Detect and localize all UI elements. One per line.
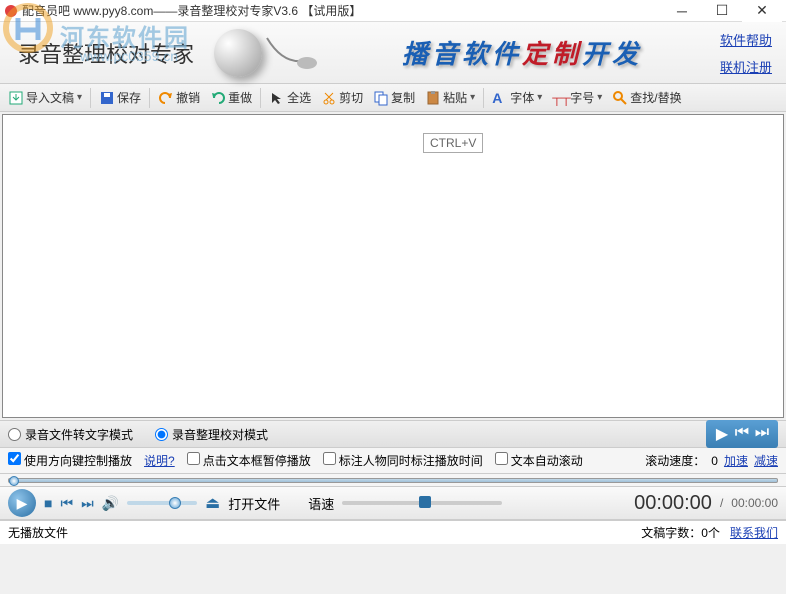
text-editor[interactable]: CTRL+V [2, 114, 784, 418]
paste-icon [425, 90, 441, 106]
volume-icon[interactable]: 🔊 [102, 495, 119, 512]
player-row: ▶ ■ ⏮ ⏭ 🔊 ⏏ 打开文件 语速 00:00:00 / 00:00:00 [0, 486, 786, 520]
skip-back-button[interactable]: ⏮ [60, 495, 73, 512]
click-pause-option[interactable]: 点击文本框暂停播放 [187, 452, 311, 469]
paste-button[interactable]: 粘贴▾ [421, 87, 479, 108]
stop-button[interactable]: ■ [44, 495, 52, 511]
click-pause-checkbox[interactable] [187, 452, 200, 465]
faster-link[interactable]: 加速 [724, 452, 748, 469]
mode2-label: 录音整理校对模式 [172, 426, 268, 443]
options-row: 使用方向键控制播放 说明? 点击文本框暂停播放 标注人物同时标注播放时间 文本自… [0, 448, 786, 474]
app-icon [4, 4, 18, 18]
copy-button[interactable]: 复制 [369, 87, 419, 108]
mouse-icon [262, 33, 322, 73]
word-count: 0个 [701, 526, 720, 540]
word-count-label: 文稿字数： [641, 526, 701, 540]
chevron-down-icon: ▾ [77, 92, 82, 103]
maximize-button[interactable]: ☐ [702, 0, 742, 22]
open-file-button[interactable]: 打开文件 [228, 494, 280, 513]
close-button[interactable]: ✕ [742, 0, 782, 22]
import-button[interactable]: 导入文稿▾ [4, 87, 86, 108]
titlebar: 配音员吧 www.pyy8.com——录音整理校对专家V3.6 【试用版】 ─ … [0, 0, 786, 22]
globe-icon [214, 29, 262, 77]
scroll-speed-label: 滚动速度： [645, 452, 705, 469]
time-current: 00:00:00 [634, 492, 712, 515]
contact-link[interactable]: 联系我们 [730, 524, 778, 541]
redo-button[interactable]: 重做 [206, 87, 256, 108]
app-title: 录音整理校对专家 [18, 37, 194, 69]
header-graphic [214, 28, 324, 78]
progress-slider[interactable] [8, 478, 778, 483]
header: 录音整理校对专家 播音软件定制开发 软件帮助 联机注册 [0, 22, 786, 84]
import-icon [8, 90, 24, 106]
minimize-button[interactable]: ─ [662, 0, 702, 22]
redo-icon [210, 90, 226, 106]
play-button[interactable]: ▶ [712, 424, 732, 444]
paste-tooltip: CTRL+V [423, 133, 483, 153]
cut-button[interactable]: 剪切 [317, 87, 367, 108]
toolbar: 导入文稿▾ 保存 撤销 重做 全选 剪切 复制 粘贴▾ A字体▾ ┬┬字号▾ 查… [0, 84, 786, 112]
chevron-down-icon: ▾ [537, 92, 542, 103]
next-button[interactable]: ⏭ [752, 424, 772, 444]
header-slogan: 播音软件定制开发 [324, 34, 720, 71]
copy-icon [373, 90, 389, 106]
find-button[interactable]: 查找/替换 [608, 87, 685, 108]
cursor-icon [269, 90, 285, 106]
font-button[interactable]: A字体▾ [488, 87, 546, 108]
main-play-button[interactable]: ▶ [8, 489, 36, 517]
scissors-icon [321, 90, 337, 106]
undo-icon [158, 90, 174, 106]
auto-scroll-checkbox[interactable] [495, 452, 508, 465]
arrow-keys-option[interactable]: 使用方向键控制播放 [8, 452, 132, 469]
volume-slider[interactable] [127, 501, 197, 505]
scroll-speed-value: 0 [711, 454, 718, 468]
mode1-radio[interactable] [8, 428, 21, 441]
mark-time-checkbox[interactable] [323, 452, 336, 465]
chevron-down-icon: ▾ [597, 92, 602, 103]
save-icon [99, 90, 115, 106]
size-icon: ┬┬ [552, 90, 568, 106]
mode1-label: 录音文件转文字模式 [25, 426, 133, 443]
mark-time-option[interactable]: 标注人物同时标注播放时间 [323, 452, 483, 469]
rate-slider[interactable] [342, 501, 502, 505]
time-sep: / [720, 496, 723, 510]
arrow-keys-checkbox[interactable] [8, 452, 21, 465]
search-icon [612, 90, 628, 106]
window-title: 配音员吧 www.pyy8.com——录音整理校对专家V3.6 【试用版】 [22, 2, 662, 19]
select-all-button[interactable]: 全选 [265, 87, 315, 108]
progress-row [0, 474, 786, 486]
mode2-radio[interactable] [155, 428, 168, 441]
why-link[interactable]: 说明? [144, 452, 175, 469]
skip-fwd-button[interactable]: ⏭ [81, 495, 94, 512]
slower-link[interactable]: 减速 [754, 452, 778, 469]
font-icon: A [492, 90, 508, 106]
mode-row: 录音文件转文字模式 录音整理校对模式 ▶ ⏮ ⏭ [0, 420, 786, 448]
undo-button[interactable]: 撤销 [154, 87, 204, 108]
register-link[interactable]: 联机注册 [720, 57, 772, 76]
save-button[interactable]: 保存 [95, 87, 145, 108]
prev-button[interactable]: ⏮ [732, 424, 752, 444]
play-controls: ▶ ⏮ ⏭ [706, 420, 778, 448]
help-link[interactable]: 软件帮助 [720, 30, 772, 49]
size-button[interactable]: ┬┬字号▾ [548, 87, 606, 108]
eject-icon[interactable]: ⏏ [205, 493, 220, 513]
rate-label: 语速 [308, 494, 334, 513]
time-total: 00:00:00 [731, 496, 778, 510]
status-bar: 无播放文件 文稿字数：0个 联系我们 [0, 520, 786, 544]
status-file: 无播放文件 [8, 524, 68, 541]
auto-scroll-option[interactable]: 文本自动滚动 [495, 452, 583, 469]
chevron-down-icon: ▾ [470, 92, 475, 103]
